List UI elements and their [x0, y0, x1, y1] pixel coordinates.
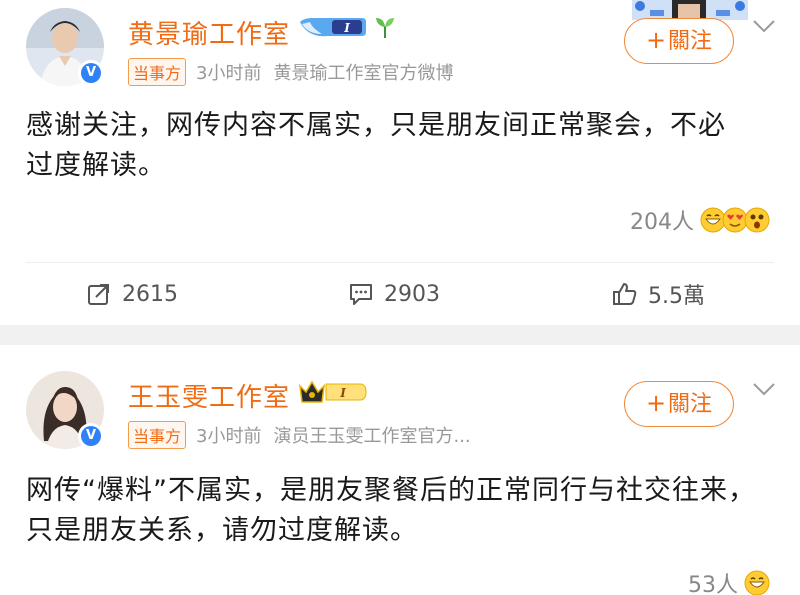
- crown-rank-badge: I: [298, 380, 367, 403]
- plus-icon: +: [645, 389, 667, 417]
- plus-icon: +: [645, 26, 667, 54]
- post-time: 3小时前: [196, 63, 262, 84]
- post-meta: 当事方 3小时前 演员王玉雯工作室官方...: [128, 421, 471, 449]
- member-rank-badge: I: [300, 18, 366, 37]
- like-button[interactable]: 5.5萬: [612, 278, 705, 310]
- post-content: 网传“爆料”不属实，是朋友聚餐后的正常同行与社交往来， 只是朋友关系，请勿过度解…: [26, 475, 756, 546]
- reaction-count: 53人: [688, 573, 738, 595]
- follow-button[interactable]: +關注: [624, 18, 734, 64]
- post-card: V 黄景瑜工作室 I 当事方 3小时前 黄景瑜工作室官方微博 +關注 感谢关注，网传…: [0, 0, 800, 325]
- verified-badge: V: [78, 423, 104, 449]
- reaction-count: 204人: [630, 210, 694, 235]
- comment-button[interactable]: 2903: [348, 278, 440, 310]
- post-time: 3小时前: [196, 426, 262, 447]
- like-count: 5.5萬: [648, 284, 705, 309]
- author-name[interactable]: 黄景瑜工作室: [128, 14, 290, 51]
- card-decoration: [632, 0, 748, 20]
- repost-count: 2615: [122, 281, 178, 307]
- post-meta: 当事方 3小时前 黄景瑜工作室官方微博: [128, 58, 453, 86]
- reactions-summary[interactable]: 53人: [688, 567, 770, 595]
- grin-emoji-icon: [744, 570, 770, 595]
- thumbs-up-icon: [613, 283, 637, 305]
- verified-badge: V: [78, 60, 104, 86]
- post-content: 感谢关注，网传内容不属实，只是朋友间正常聚会，不必 过度解读。: [26, 110, 726, 181]
- comment-icon: [350, 284, 372, 305]
- rank-level-text: I: [343, 21, 350, 35]
- repost-icon: [88, 281, 112, 305]
- chevron-down-icon[interactable]: [752, 18, 776, 34]
- post-source: 演员王玉雯工作室官方...: [273, 426, 471, 447]
- chevron-down-icon[interactable]: [752, 381, 776, 397]
- divider: [26, 262, 774, 263]
- surprised-emoji-icon: [744, 207, 770, 233]
- reactions-summary[interactable]: 204人: [630, 204, 770, 236]
- feed-separator: [0, 325, 800, 345]
- party-tag: 当事方: [128, 58, 187, 86]
- comment-count: 2903: [384, 281, 440, 307]
- repost-button[interactable]: 2615: [86, 278, 178, 310]
- post-card: V 王玉雯工作室 I 当事方 3小时前 演员王玉雯工作室官方... +關注 网传“爆…: [0, 345, 800, 595]
- author-name[interactable]: 王玉雯工作室: [128, 377, 290, 414]
- post-source: 黄景瑜工作室官方微博: [273, 63, 454, 84]
- follow-button[interactable]: +關注: [624, 381, 734, 427]
- rank-level-text: I: [339, 386, 346, 400]
- party-tag: 当事方: [128, 421, 187, 449]
- sprout-icon: [376, 18, 394, 38]
